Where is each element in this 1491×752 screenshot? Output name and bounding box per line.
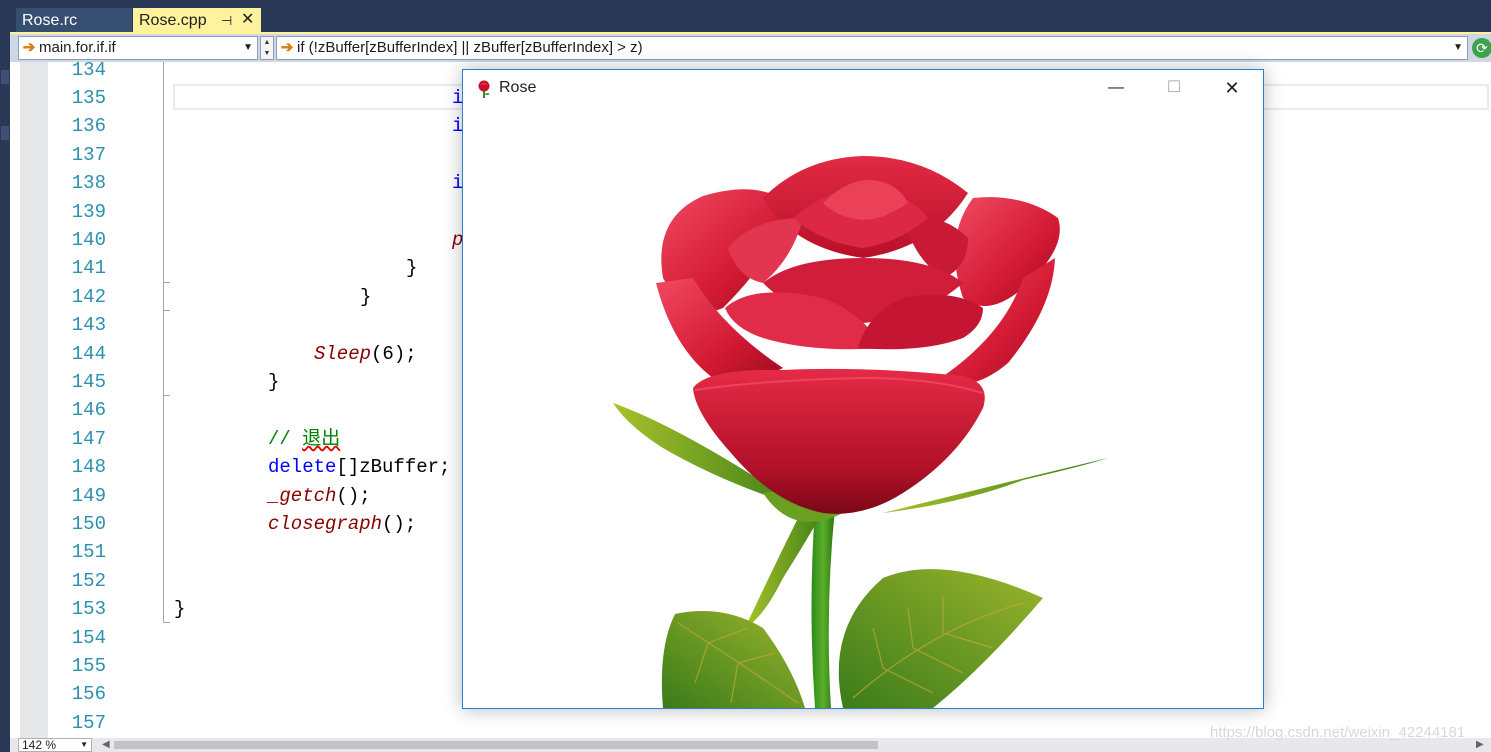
line-number: 134 xyxy=(71,62,106,81)
line-number: 149 xyxy=(71,485,106,507)
line-number: 136 xyxy=(71,115,106,137)
code-line-142: } xyxy=(360,286,372,308)
leaf-right xyxy=(838,569,1043,708)
code-line-144: Sleep(6); xyxy=(314,342,417,366)
code-text: (); xyxy=(336,485,371,507)
line-number: 157 xyxy=(71,712,106,734)
line-number: 154 xyxy=(71,627,106,649)
function-name: _getch xyxy=(268,485,337,507)
zoom-label: 142 % xyxy=(22,738,57,752)
zoom-dropdown[interactable]: 142 % ▼ xyxy=(18,738,92,752)
line-number: 146 xyxy=(71,399,106,421)
tab-label: Rose.rc xyxy=(22,12,78,29)
pin-icon[interactable]: ⊣ xyxy=(221,8,232,34)
indicator-margin xyxy=(20,62,48,738)
refresh-icon[interactable]: ⟳ xyxy=(1472,38,1491,58)
window-title: Rose xyxy=(499,79,537,96)
left-tool-strip xyxy=(0,0,10,752)
code-text: []zBuffer; xyxy=(336,456,451,478)
petal-cup xyxy=(693,368,985,514)
rose-icon xyxy=(478,80,490,98)
comment-prefix: // xyxy=(268,428,303,450)
line-number: 147 xyxy=(71,428,106,450)
keyword: delete xyxy=(268,456,337,478)
line-number: 139 xyxy=(71,201,106,223)
outlining-line xyxy=(163,62,164,622)
tab-rose-cpp[interactable]: Rose.cpp ⊣ ✕ xyxy=(133,8,261,34)
code-line-145: } xyxy=(268,371,280,393)
scope-spinner[interactable]: ▲ ▼ xyxy=(260,36,274,60)
line-number: 153 xyxy=(71,598,106,620)
close-button[interactable]: ✕ xyxy=(1209,70,1255,108)
line-number: 142 xyxy=(71,286,106,308)
line-number: 148 xyxy=(71,456,106,478)
line-number: 135 xyxy=(71,87,106,109)
scroll-right-icon[interactable]: ▶ xyxy=(1476,739,1484,750)
rose-stem xyxy=(811,508,835,708)
scope-label: main.for.if.if xyxy=(39,39,116,56)
rose-drawing xyxy=(613,156,1108,708)
code-text: (); xyxy=(382,513,417,535)
line-number: 143 xyxy=(71,314,106,336)
line-number: 155 xyxy=(71,655,106,677)
code-line-141: } xyxy=(406,257,418,279)
line-number: 137 xyxy=(71,144,106,166)
window-titlebar[interactable]: Rose — ☐ ✕ xyxy=(463,70,1263,108)
code-line-150: closegraph(); xyxy=(268,512,416,536)
line-number: 156 xyxy=(71,683,106,705)
outlining-end-tick xyxy=(163,395,170,396)
code-text: (6); xyxy=(371,343,417,365)
outlining-end-tick xyxy=(163,282,170,283)
line-number: 141 xyxy=(71,257,106,279)
tool-strip-mark[interactable] xyxy=(1,70,9,84)
scroll-left-icon[interactable]: ◀ xyxy=(102,739,110,750)
outlining-end-tick xyxy=(163,310,170,311)
horizontal-scrollbar-thumb[interactable] xyxy=(114,741,878,749)
tool-strip-mark[interactable] xyxy=(1,126,9,140)
scope-dropdown[interactable]: ➔ main.for.if.if ▼ xyxy=(18,36,258,60)
tab-label: Rose.cpp xyxy=(139,12,207,29)
member-label: if (!zBuffer[zBufferIndex] || zBuffer[zB… xyxy=(297,39,643,56)
arrow-right-icon: ➔ xyxy=(22,39,36,56)
chevron-down-icon: ▼ xyxy=(1453,42,1463,53)
function-name: Sleep xyxy=(314,343,372,365)
watermark: https://blog.csdn.net/weixin_42244181 xyxy=(1210,724,1466,741)
function-name: closegraph xyxy=(268,513,383,535)
line-number: 144 xyxy=(71,343,106,365)
line-number: 138 xyxy=(71,172,106,194)
minimize-button[interactable]: — xyxy=(1093,70,1139,108)
line-number: 151 xyxy=(71,541,106,563)
tab-rose-rc[interactable]: Rose.rc xyxy=(16,8,132,34)
line-number: 145 xyxy=(71,371,106,393)
maximize-button[interactable]: ☐ xyxy=(1151,70,1197,108)
arrow-right-icon: ➔ xyxy=(280,39,294,56)
outlining-end-tick xyxy=(163,622,170,623)
chevron-down-icon: ▼ xyxy=(80,740,88,749)
code-line-149: _getch(); xyxy=(268,484,371,508)
close-icon[interactable]: ✕ xyxy=(241,7,254,33)
navigation-bar: ➔ main.for.if.if ▼ ▲ ▼ ➔ if (!zBuffer[zBuff… xyxy=(10,34,1491,62)
code-line-148: delete[]zBuffer; xyxy=(268,455,450,479)
rose-window[interactable]: Rose — ☐ ✕ xyxy=(462,69,1264,709)
line-number: 150 xyxy=(71,513,106,535)
chevron-down-icon: ▼ xyxy=(243,42,253,53)
document-tab-bar: Rose.rc Rose.cpp ⊣ ✕ xyxy=(0,0,1491,34)
code-line-153: } xyxy=(174,598,186,620)
comment-text: 退出 xyxy=(302,428,341,450)
member-dropdown[interactable]: ➔ if (!zBuffer[zBufferIndex] || zBuffer[z… xyxy=(276,36,1468,60)
code-line-147: // 退出 xyxy=(268,427,340,451)
line-number: 152 xyxy=(71,570,106,592)
line-number: 140 xyxy=(71,229,106,251)
